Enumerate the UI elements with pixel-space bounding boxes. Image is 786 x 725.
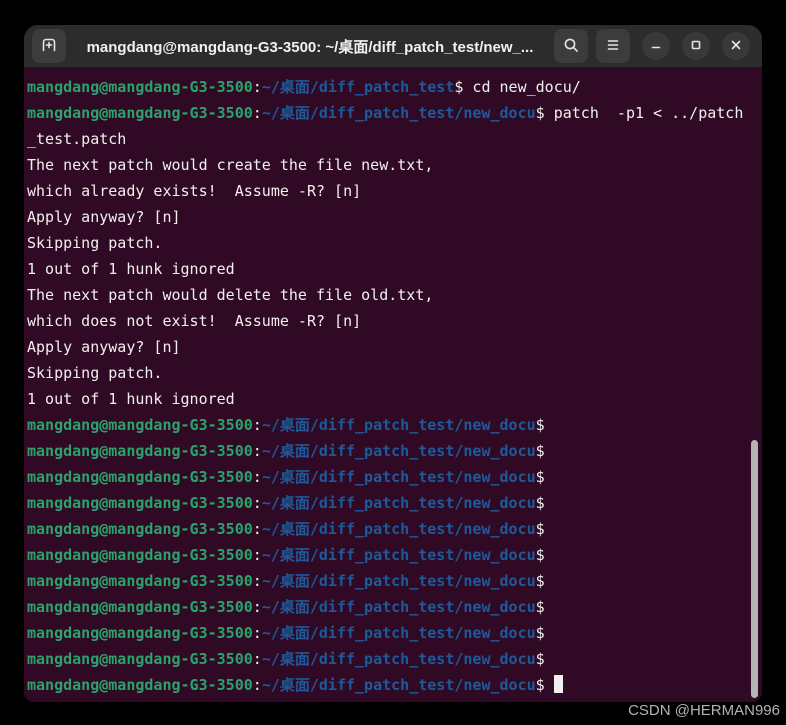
search-button[interactable] [554,29,588,63]
search-icon [562,36,580,57]
terminal-line: mangdang@mangdang-G3-3500:~/桌面/diff_patc… [27,546,545,564]
terminal-line: _test.patch [27,130,127,148]
terminal-line: 1 out of 1 hunk ignored [27,260,235,278]
terminal-line: mangdang@mangdang-G3-3500:~/桌面/diff_patc… [27,624,545,642]
terminal-line: The next patch would create the file new… [27,156,434,174]
new-tab-button[interactable] [32,29,66,63]
terminal-line: mangdang@mangdang-G3-3500:~/桌面/diff_patc… [27,520,545,538]
terminal-line: Apply anyway? [n] [27,338,181,356]
terminal-line: mangdang@mangdang-G3-3500:~/桌面/diff_patc… [27,416,545,434]
maximize-icon [689,38,703,55]
terminal-line: mangdang@mangdang-G3-3500:~/桌面/diff_patc… [27,672,762,698]
scrollbar-thumb[interactable] [751,440,758,698]
terminal-line: mangdang@mangdang-G3-3500:~/桌面/diff_patc… [27,572,545,590]
terminal-line: The next patch would delete the file old… [27,286,434,304]
terminal-line: mangdang@mangdang-G3-3500:~/桌面/diff_patc… [27,442,545,460]
terminal-line: which does not exist! Assume -R? [n] [27,312,362,330]
terminal-line: mangdang@mangdang-G3-3500:~/桌面/diff_patc… [27,78,581,96]
maximize-button[interactable] [682,32,710,60]
minimize-button[interactable] [642,32,670,60]
terminal-line: mangdang@mangdang-G3-3500:~/桌面/diff_patc… [27,494,545,512]
header-bar: mangdang@mangdang-G3-3500: ~/桌面/diff_pat… [24,25,762,67]
close-icon [729,38,743,55]
terminal-line: mangdang@mangdang-G3-3500:~/桌面/diff_patc… [27,650,545,668]
window-title: mangdang@mangdang-G3-3500: ~/桌面/diff_pat… [86,38,534,56]
terminal-line: which already exists! Assume -R? [n] [27,182,362,200]
menu-icon [604,36,622,57]
terminal-window: mangdang@mangdang-G3-3500: ~/桌面/diff_pat… [24,25,762,702]
terminal-cursor [553,675,563,693]
minimize-icon [649,38,663,55]
terminal-line: mangdang@mangdang-G3-3500:~/桌面/diff_patc… [27,598,545,616]
terminal-line: Skipping patch. [27,364,163,382]
watermark: CSDN @HERMAN996 [628,702,780,719]
terminal-line: Apply anyway? [n] [27,208,181,226]
terminal-content[interactable]: mangdang@mangdang-G3-3500:~/桌面/diff_patc… [24,67,762,702]
new-tab-icon [40,36,58,57]
terminal-line: mangdang@mangdang-G3-3500:~/桌面/diff_patc… [27,468,545,486]
menu-button[interactable] [596,29,630,63]
terminal-line: Skipping patch. [27,234,163,252]
close-button[interactable] [722,32,750,60]
terminal-line: 1 out of 1 hunk ignored [27,390,235,408]
terminal-line: mangdang@mangdang-G3-3500:~/桌面/diff_patc… [27,104,744,122]
